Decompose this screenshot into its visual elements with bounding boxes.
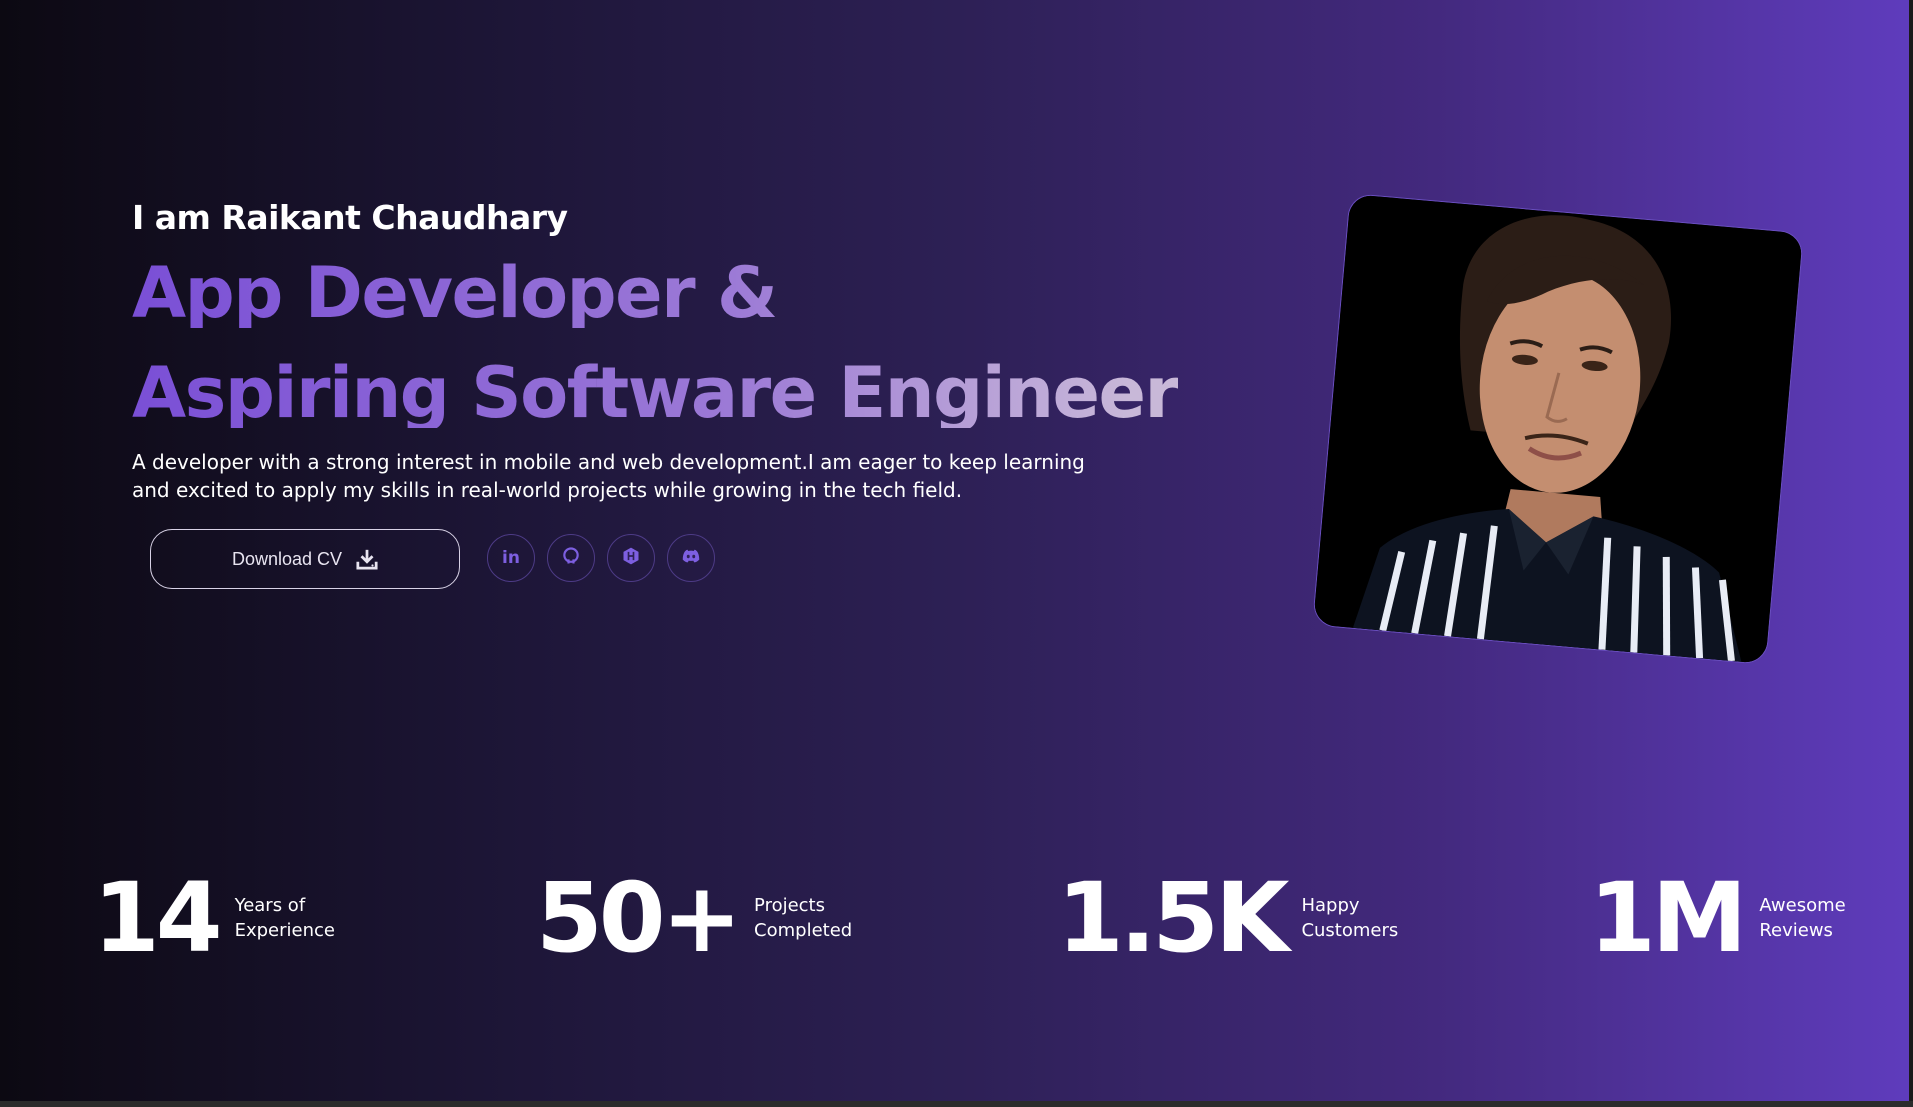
stat-label-line-2: Experience [234,920,335,941]
stat-label: Projects Completed [754,893,852,943]
stat-number: 50+ [536,862,742,974]
intro-heading: I am Raikant Chaudhary [132,198,568,237]
stat-label: Happy Customers [1301,893,1398,943]
stat-label: Years of Experience [235,893,335,943]
stat-label-line-1: Happy [1301,895,1360,916]
headline-line-2: Aspiring Software Engineer [132,352,1179,434]
profile-photo [1313,194,1803,664]
stat-reviews: 1M Awesome Reviews [1589,870,1846,966]
stat-number: 1M [1589,862,1747,974]
headline-line-1: App Developer & [132,252,778,334]
linkedin-link[interactable]: in [487,534,535,582]
download-cv-label: Download CV [231,548,343,569]
stat-projects: 50+ Projects Completed [536,870,852,966]
linkedin-icon: in [502,548,520,568]
stat-label-line-2: Customers [1301,920,1399,941]
download-icon [356,548,378,570]
hero-section: I am Raikant Chaudhary App Developer & A… [0,0,1913,1101]
stat-label-line-1: Awesome [1759,895,1846,916]
stat-label: Awesome Reviews [1759,893,1845,943]
download-cv-button[interactable]: Download CV [150,529,460,589]
discord-link[interactable] [667,534,715,582]
stat-experience: 14 Years of Experience [93,870,335,966]
discord-icon [680,546,702,571]
stat-label-line-1: Projects [754,895,825,916]
stat-label-line-2: Completed [754,920,853,941]
social-links: in [487,534,715,582]
github-icon [561,546,581,571]
stat-number: 1.5K [1057,862,1289,974]
stat-label-line-1: Years of [234,895,306,916]
hackerrank-link[interactable] [607,534,655,582]
stat-customers: 1.5K Happy Customers [1057,870,1398,966]
hero-description: A developer with a strong interest in mo… [132,450,1085,502]
stat-label-line-2: Reviews [1759,920,1833,941]
scrollbar-edge [1909,0,1913,1101]
hackerrank-icon [621,546,641,571]
github-link[interactable] [547,534,595,582]
stat-number: 14 [93,862,223,974]
